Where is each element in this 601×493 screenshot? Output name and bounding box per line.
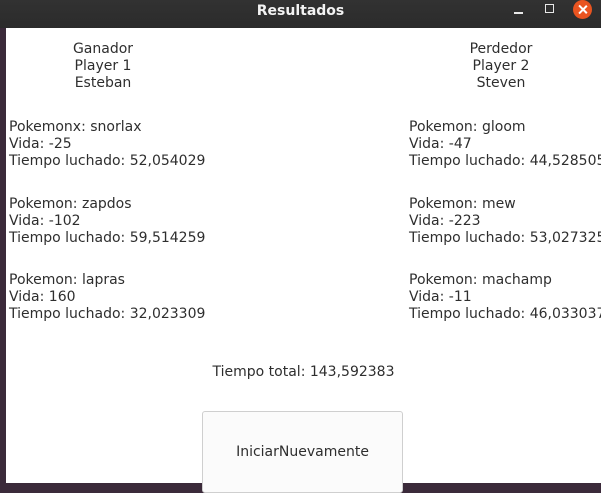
restart-button-label: IniciarNuevamente [236, 444, 369, 460]
pokemon-time: Tiempo luchado: 52,054029 [9, 153, 206, 169]
pokemon-life: Vida: -25 [9, 136, 72, 152]
right-pokemon-2: Pokemon: mew Vida: -223 Tiempo luchado: … [409, 196, 601, 247]
pokemon-time: Tiempo luchado: 46,033037 [409, 306, 601, 322]
pokemon-time: Tiempo luchado: 53,027325 [409, 230, 601, 246]
pokemon-time: Tiempo luchado: 32,023309 [9, 306, 206, 322]
maximize-icon[interactable] [538, 0, 562, 20]
pokemon-time: Tiempo luchado: 44,528505 [409, 153, 601, 169]
pokemon-name: Pokemon: zapdos [9, 196, 132, 212]
total-time: Tiempo total: 143,592383 [212, 364, 395, 380]
pokemon-time: Tiempo luchado: 59,514259 [9, 230, 206, 246]
left-pokemon-1: Pokemonx: snorlax Vida: -25 Tiempo lucha… [9, 119, 205, 170]
close-icon[interactable] [573, 0, 592, 19]
winner-player: Player 1 [74, 58, 132, 74]
left-pokemon-2: Pokemon: zapdos Vida: -102 Tiempo luchad… [9, 196, 205, 247]
minimize-icon[interactable] [506, 0, 530, 20]
loser-role: Perdedor [469, 41, 533, 57]
pokemon-life: Vida: -223 [409, 213, 481, 229]
winner-header: Ganador Player 1 Esteban [63, 41, 143, 92]
pokemon-name: Pokemon: lapras [9, 272, 125, 288]
results-panel: Ganador Player 1 Esteban Perdedor Player… [6, 28, 601, 493]
loser-name: Steven [476, 75, 526, 91]
winner-role: Ganador [72, 41, 134, 57]
loser-player: Player 2 [472, 58, 530, 74]
pokemon-life: Vida: -102 [9, 213, 81, 229]
pokemon-life: Vida: -47 [409, 136, 472, 152]
pokemon-name: Pokemonx: snorlax [9, 119, 142, 135]
pokemon-name: Pokemon: gloom [409, 119, 526, 135]
winner-name: Esteban [74, 75, 132, 91]
right-pokemon-1: Pokemon: gloom Vida: -47 Tiempo luchado:… [409, 119, 601, 170]
restart-button[interactable]: IniciarNuevamente [202, 411, 403, 493]
pokemon-name: Pokemon: machamp [409, 272, 552, 288]
right-pokemon-3: Pokemon: machamp Vida: -11 Tiempo luchad… [409, 272, 601, 323]
pokemon-life: Vida: 160 [9, 289, 76, 305]
results-window: Resultados Ganador Player 1 Esteban Perd… [0, 0, 601, 493]
left-pokemon-3: Pokemon: lapras Vida: 160 Tiempo luchado… [9, 272, 205, 323]
pokemon-life: Vida: -11 [409, 289, 472, 305]
title-bar[interactable]: Resultados [0, 0, 601, 28]
loser-header: Perdedor Player 2 Steven [461, 41, 541, 92]
pokemon-name: Pokemon: mew [409, 196, 516, 212]
